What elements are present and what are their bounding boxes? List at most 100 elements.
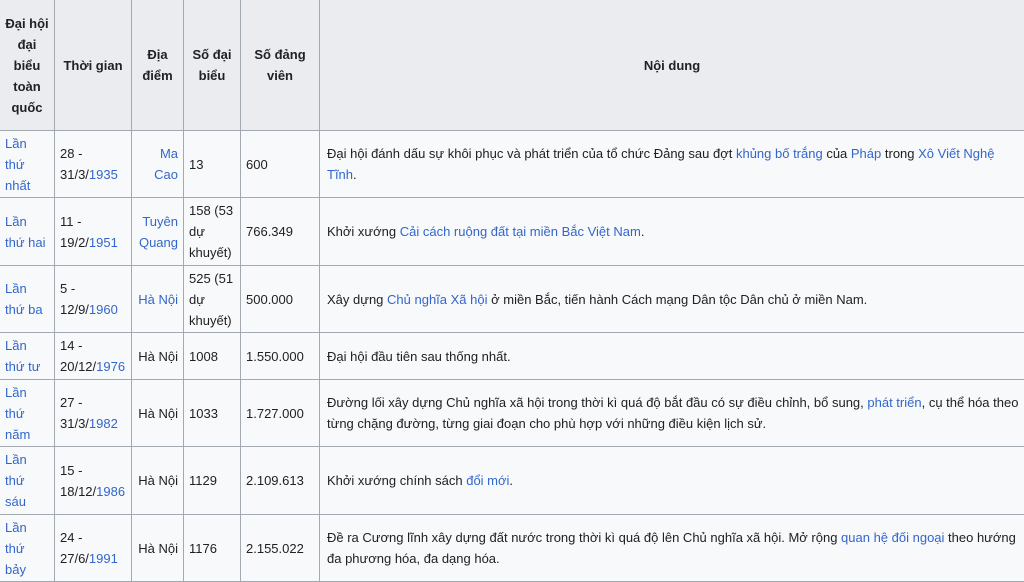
date-range: 15 - 18/12/ <box>60 462 97 499</box>
cell-dia-diem: Ma Cao <box>131 130 184 198</box>
members-value: 2.109.613 <box>246 473 304 488</box>
content-text: ở miền Bắc, tiến hành Cách mạng Dân tộc … <box>487 291 868 307</box>
delegates-value: 1176 <box>189 540 217 556</box>
cell-dai-hoi: Lần thứ ba <box>0 265 55 333</box>
cell-so-dai-bieu: 1008 <box>183 332 241 380</box>
delegates-value: 1033 <box>189 405 218 421</box>
cell-thoi-gian: 11 - 19/2/1951 <box>54 197 132 266</box>
cell-dai-hoi: Lần thứ nhất <box>0 130 55 198</box>
cell-so-dang-vien: 1.550.000 <box>240 332 320 380</box>
cell-dia-diem: Hà Nội <box>131 265 184 333</box>
cell-so-dang-vien: 500.000 <box>240 265 320 333</box>
content-text: . <box>353 167 357 182</box>
cell-thoi-gian: 5 - 12/9/1960 <box>54 265 132 333</box>
header-thoi-gian[interactable]: Thời gian <box>54 0 132 131</box>
members-value: 766.349 <box>246 224 293 239</box>
content-text: Đường lối xây dựng Chủ nghĩa xã hội tron… <box>327 395 868 410</box>
delegates-value: 158 (53 dự khuyết) <box>189 203 234 260</box>
cell-so-dai-bieu: 158 (53 dự khuyết) <box>183 197 241 266</box>
place-link[interactable]: Tuyên Quang <box>139 214 178 250</box>
header-so-dang-vien[interactable]: Số đảng viên <box>240 0 320 131</box>
congress-link[interactable]: Lần thứ sáu <box>5 452 27 509</box>
cell-so-dang-vien: 600 <box>240 130 320 198</box>
table-row: Lần thứ tư 14 - 20/12/1976 Hà Nội 1008 1.550… <box>0 332 1024 380</box>
table-row: Lần thứ ba 5 - 12/9/1960 Hà Nội 525 (51 dự … <box>0 265 1024 333</box>
content-text: . <box>640 224 645 239</box>
cell-thoi-gian: 27 - 31/3/1982 <box>54 379 132 447</box>
place-text: Hà Nội <box>138 473 178 488</box>
members-value: 1.550.000 <box>246 348 304 364</box>
cell-noi-dung: Đường lối xây dựng Chủ nghĩa xã hội tron… <box>319 379 1024 447</box>
place-link[interactable]: Hà Nội <box>138 292 178 307</box>
year-link[interactable]: 1976 <box>96 359 125 374</box>
place-text: Hà Nội <box>138 540 178 556</box>
content-link[interactable]: quan hệ đối ngoại <box>841 530 944 545</box>
cell-dai-hoi: Lần thứ hai <box>0 197 55 266</box>
content-link[interactable]: đổi mới <box>466 473 509 488</box>
congress-link[interactable]: Lần thứ nhất <box>5 136 30 193</box>
delegates-value: 1008 <box>189 348 218 364</box>
cell-thoi-gian: 14 - 20/12/1976 <box>54 332 132 380</box>
cell-dai-hoi: Lần thứ tư <box>0 332 55 380</box>
cell-thoi-gian: 24 - 27/6/1991 <box>54 514 132 582</box>
header-dai-hoi[interactable]: Đại hội đại biểu toàn quốc <box>0 0 55 131</box>
cell-noi-dung: Khởi xướng Cải cách ruộng đất tại miền B… <box>319 197 1024 266</box>
cell-noi-dung: Đề ra Cương lĩnh xây dựng đất nước trong… <box>319 514 1024 582</box>
content-text: . <box>509 473 514 488</box>
cell-dia-diem: Hà Nội <box>131 446 184 515</box>
congress-table: Đại hội đại biểu toàn quốc Thời gian Địa… <box>0 0 1024 582</box>
header-noi-dung[interactable]: Nội dung <box>319 0 1024 131</box>
content-link[interactable]: Pháp <box>851 146 881 161</box>
content-link[interactable]: phát triển <box>867 395 921 410</box>
cell-so-dai-bieu: 525 (51 dự khuyết) <box>183 265 241 333</box>
cell-noi-dung: Đại hội đánh dấu sự khôi phục và phát tr… <box>319 130 1024 198</box>
content-link[interactable]: Chủ nghĩa Xã hội <box>387 292 487 307</box>
members-value: 2.155.022 <box>246 540 304 556</box>
year-link[interactable]: 1960 <box>89 302 118 317</box>
cell-noi-dung: Xây dựng Chủ nghĩa Xã hội ở miền Bắc, ti… <box>319 265 1024 333</box>
content-text: Xây dựng <box>327 291 388 307</box>
table-row: Lần thứ hai 11 - 19/2/1951 Tuyên Quang 158 … <box>0 197 1024 266</box>
year-link[interactable]: 1951 <box>89 235 118 250</box>
year-link[interactable]: 1935 <box>89 167 118 182</box>
table-row: Lần thứ bảy 24 - 27/6/1991 Hà Nội 1176 2.155… <box>0 514 1024 582</box>
cell-dia-diem: Tuyên Quang <box>131 197 184 266</box>
place-link[interactable]: Ma Cao <box>154 146 178 182</box>
date-range: 14 - 20/12/ <box>60 338 97 374</box>
place-text: Hà Nội <box>138 405 178 421</box>
cell-so-dai-bieu: 1129 <box>183 446 241 515</box>
congress-link[interactable]: Lần thứ ba <box>5 281 43 317</box>
congress-link[interactable]: Lần thứ bảy <box>5 520 27 577</box>
cell-dai-hoi: Lần thứ bảy <box>0 514 55 582</box>
delegates-value: 525 (51 dự khuyết) <box>189 270 234 328</box>
delegates-value: 13 <box>189 156 204 172</box>
header-so-dai-bieu[interactable]: Số đại biểu <box>183 0 241 131</box>
year-link[interactable]: 1986 <box>96 484 125 499</box>
cell-dia-diem: Hà Nội <box>131 332 184 380</box>
content-text: của <box>822 146 851 161</box>
content-text: Đề ra Cương lĩnh xây dựng đất nước trong… <box>327 530 842 545</box>
date-range: 11 - 19/2/ <box>60 213 89 250</box>
cell-so-dang-vien: 766.349 <box>240 197 320 266</box>
year-link[interactable]: 1991 <box>89 551 118 566</box>
date-range: 27 - 31/3/ <box>60 395 89 431</box>
date-range: 5 - 12/9/ <box>60 281 89 317</box>
year-link[interactable]: 1982 <box>89 416 118 431</box>
table-row: Lần thứ nhất 28 - 31/3/1935 Ma Cao 13 600 Đại… <box>0 130 1024 198</box>
header-row: Đại hội đại biểu toàn quốc Thời gian Địa… <box>0 0 1024 131</box>
cell-so-dang-vien: 2.155.022 <box>240 514 320 582</box>
cell-dai-hoi: Lần thứ sáu <box>0 446 55 515</box>
members-value: 600 <box>246 156 268 172</box>
content-link[interactable]: khủng bố trắng <box>736 146 823 161</box>
members-value: 1.727.000 <box>246 405 304 421</box>
congress-link[interactable]: Lần thứ hai <box>5 214 46 250</box>
cell-so-dai-bieu: 1033 <box>183 379 241 447</box>
cell-so-dai-bieu: 1176 <box>183 514 241 582</box>
header-dia-diem[interactable]: Địa điểm <box>131 0 184 131</box>
congress-link[interactable]: Lần thứ tư <box>5 338 40 374</box>
cell-thoi-gian: 28 - 31/3/1935 <box>54 130 132 198</box>
cell-dai-hoi: Lần thứ năm <box>0 379 55 447</box>
congress-link[interactable]: Lần thứ năm <box>5 385 30 442</box>
content-link[interactable]: Cải cách ruộng đất tại miền Bắc Việt Nam <box>400 224 641 239</box>
cell-so-dang-vien: 1.727.000 <box>240 379 320 447</box>
